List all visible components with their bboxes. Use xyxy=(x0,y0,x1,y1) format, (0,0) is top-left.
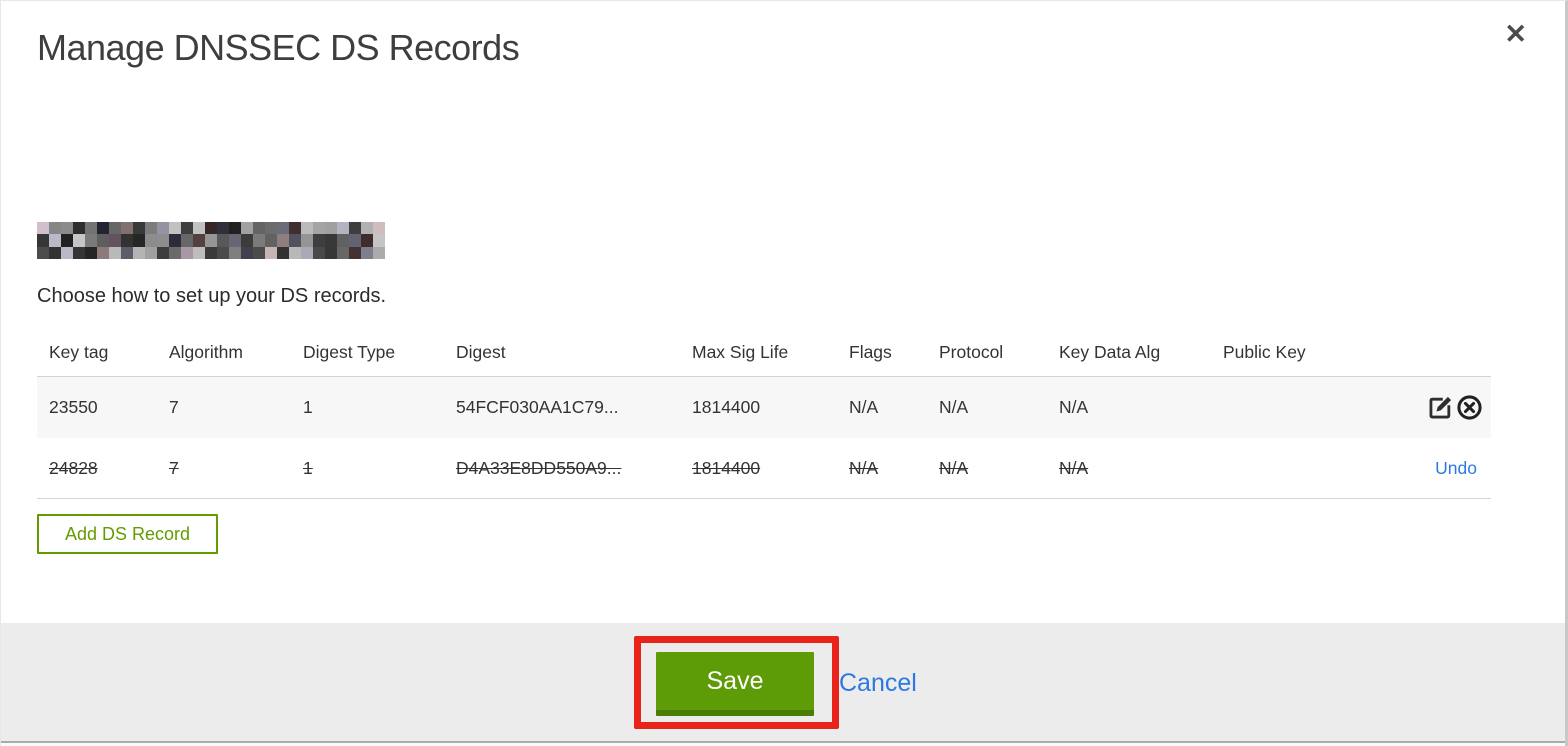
add-ds-record-button[interactable]: Add DS Record xyxy=(37,514,219,554)
row-actions xyxy=(1391,394,1491,421)
page-title: Manage DNSSEC DS Records xyxy=(37,27,520,68)
undo-link[interactable]: Undo xyxy=(1435,458,1477,479)
table-row: 23550 7 1 54FCF030AA1C79... 1814400 N/A … xyxy=(37,376,1491,438)
close-icon[interactable]: ✕ xyxy=(1504,21,1527,48)
column-header-digest: Digest xyxy=(456,342,506,362)
save-button[interactable]: Save xyxy=(656,652,814,716)
cell-flags: N/A xyxy=(849,397,879,417)
column-header-protocol: Protocol xyxy=(939,342,1004,362)
column-header-key-data-alg: Key Data Alg xyxy=(1059,342,1161,362)
cell-digest: D4A33E8DD550A9... xyxy=(456,457,622,478)
cell-digest-type: 1 xyxy=(303,397,313,417)
column-header-digest-type: Digest Type xyxy=(303,342,396,362)
ds-records-table: Key tag Algorithm Digest Type Digest Max… xyxy=(37,329,1491,499)
delete-icon[interactable] xyxy=(1456,394,1483,421)
column-header-key-tag: Key tag xyxy=(49,342,109,362)
row-actions: Undo xyxy=(1391,458,1491,479)
cell-protocol: N/A xyxy=(939,457,969,478)
column-header-algorithm: Algorithm xyxy=(169,342,243,362)
redacted-domain-name xyxy=(37,222,385,259)
edit-icon[interactable] xyxy=(1427,394,1454,421)
cell-flags: N/A xyxy=(849,457,879,478)
table-row-deleted: 24828 7 1 D4A33E8DD550A9... 1814400 N/A … xyxy=(37,438,1491,499)
cell-key-data-alg: N/A xyxy=(1059,457,1089,478)
cell-key-tag: 24828 xyxy=(49,457,98,478)
cell-max-sig-life: 1814400 xyxy=(692,397,761,417)
column-header-public-key: Public Key xyxy=(1223,342,1306,362)
cell-key-tag: 23550 xyxy=(49,397,98,417)
column-header-flags: Flags xyxy=(849,342,892,362)
cell-max-sig-life: 1814400 xyxy=(692,457,761,478)
cell-protocol: N/A xyxy=(939,397,969,417)
instruction-text: Choose how to set up your DS records. xyxy=(37,285,387,307)
cell-digest-type: 1 xyxy=(303,457,313,478)
cell-algorithm: 7 xyxy=(169,457,179,478)
cell-digest: 54FCF030AA1C79... xyxy=(456,397,619,417)
cell-key-data-alg: N/A xyxy=(1059,397,1089,417)
table-header-row: Key tag Algorithm Digest Type Digest Max… xyxy=(37,329,1491,376)
cancel-link[interactable]: Cancel xyxy=(839,669,917,698)
column-header-max-sig-life: Max Sig Life xyxy=(692,342,789,362)
dnssec-modal: Manage DNSSEC DS Records ✕ Choose how to… xyxy=(0,0,1568,746)
cell-algorithm: 7 xyxy=(169,397,179,417)
